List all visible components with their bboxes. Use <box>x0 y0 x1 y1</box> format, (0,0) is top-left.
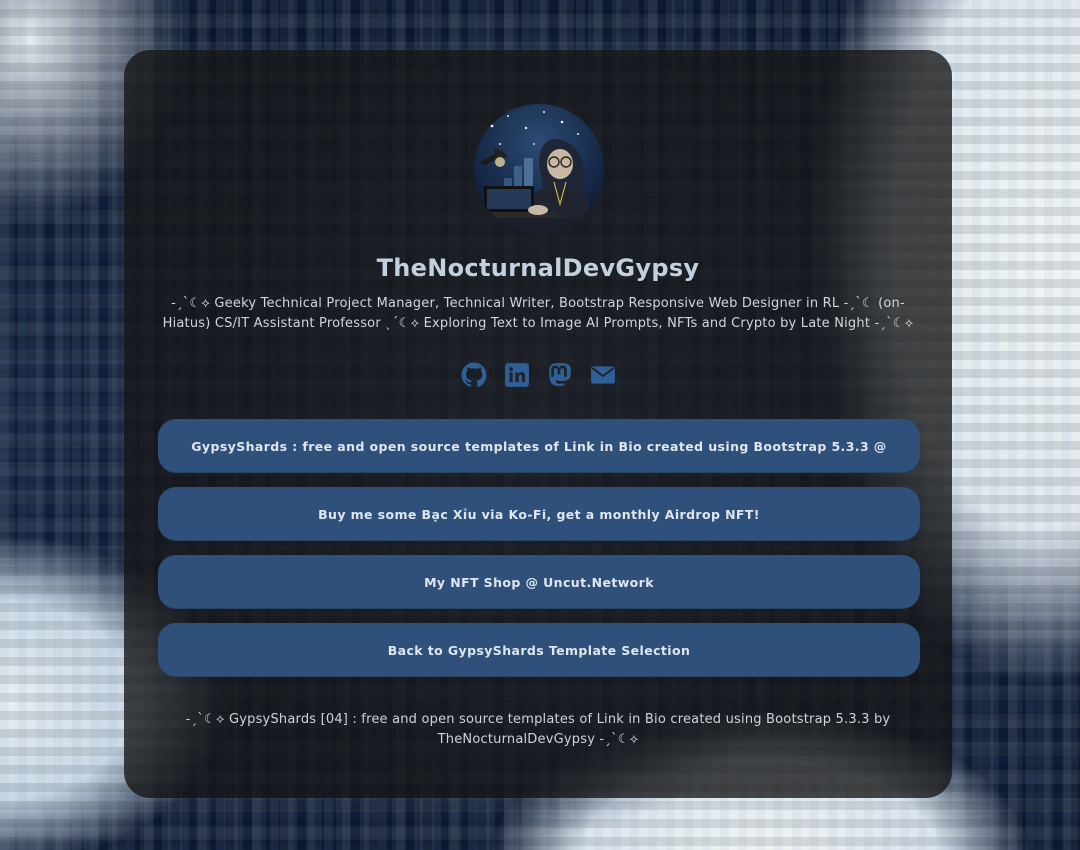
link-button-template-selection[interactable]: Back to GypsyShards Template Selection <box>158 623 920 677</box>
link-button-nft-shop[interactable]: My NFT Shop @ Uncut.Network <box>158 555 920 609</box>
envelope-icon[interactable] <box>590 362 616 388</box>
linkedin-icon[interactable] <box>504 362 530 388</box>
link-button-gypsyshards-github[interactable]: GypsyShards : free and open source templ… <box>158 419 920 508</box>
footer-text: -ˏˋ☾⟡ GypsyShards [04] : free and open s… <box>185 712 891 747</box>
link-button-kofi[interactable]: Buy me some Bạc Xỉu via Ko-Fi, get a mon… <box>158 487 920 541</box>
mastodon-icon[interactable] <box>547 362 573 388</box>
profile-bio: -ˏˋ☾⟡ Geeky Technical Project Manager, T… <box>162 296 914 331</box>
github-icon[interactable] <box>461 362 487 388</box>
avatar <box>474 104 604 234</box>
social-links <box>124 362 952 388</box>
profile-name: TheNocturnalDevGypsy <box>376 254 700 282</box>
